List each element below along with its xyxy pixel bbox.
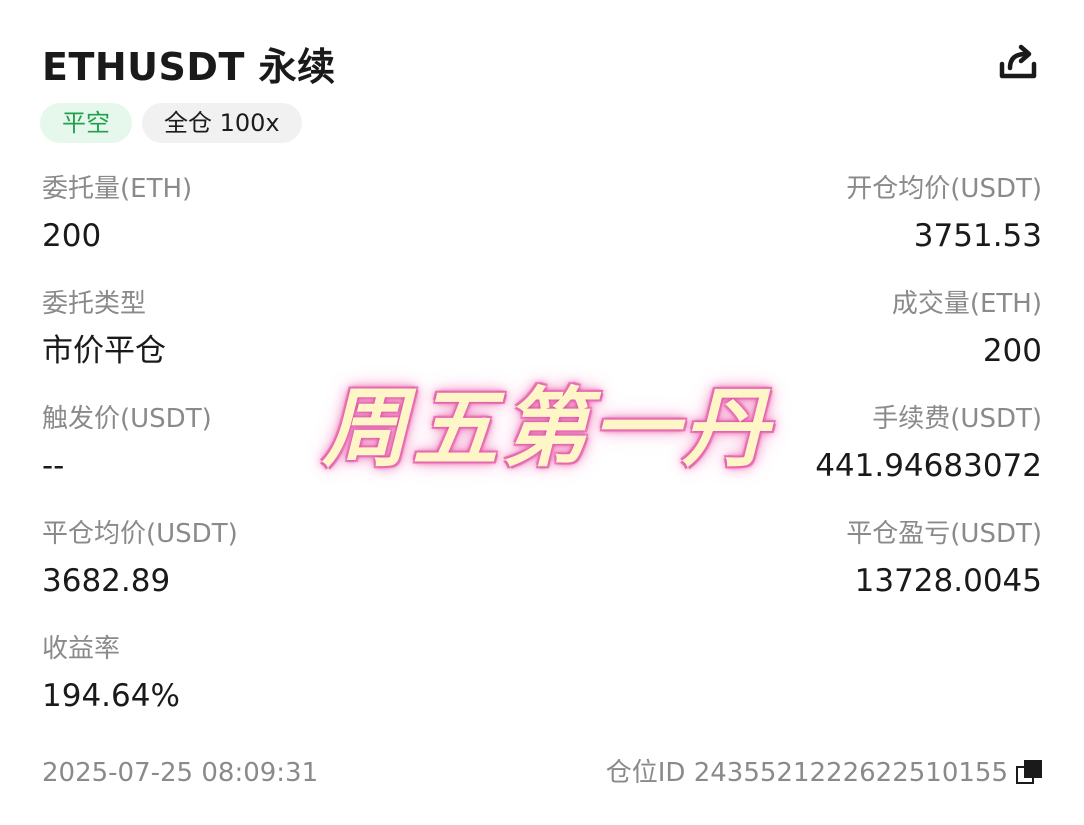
copy-icon[interactable]: [1016, 760, 1042, 786]
trigger-price-value: --: [42, 448, 65, 484]
fee-value: 441.94683072: [815, 448, 1042, 484]
fee-label: 手续费(USDT): [872, 404, 1042, 434]
watermark-text: 周五第一丹: [322, 379, 772, 479]
order-type-field: 委托类型 市价平仓: [42, 287, 166, 371]
order-qty-field: 委托量(ETH) 200: [42, 172, 192, 256]
trigger-price-field: 触发价(USDT) --: [42, 402, 212, 486]
close-avg-price-label: 平仓均价(USDT): [42, 519, 238, 549]
filled-qty-label: 成交量(ETH): [891, 289, 1042, 319]
close-avg-price-value: 3682.89: [42, 563, 171, 599]
roi-value: 194.64%: [42, 678, 180, 714]
fee-field: 手续费(USDT) 441.94683072: [815, 402, 1042, 486]
order-badges: 平空 全仓 100x: [40, 103, 302, 143]
close-pnl-value: 13728.0045: [854, 563, 1042, 599]
direction-badge: 平空: [40, 103, 132, 143]
close-pnl-field: 平仓盈亏(USDT) 13728.0045: [846, 517, 1042, 601]
open-avg-price-field: 开仓均价(USDT) 3751.53: [846, 172, 1042, 256]
open-avg-price-value: 3751.53: [913, 218, 1042, 254]
filled-qty-field: 成交量(ETH) 200: [892, 287, 1042, 371]
roi-label: 收益率: [42, 634, 121, 664]
order-type-value: 市价平仓: [42, 333, 166, 369]
share-icon[interactable]: [996, 40, 1040, 84]
open-avg-price-label: 开仓均价(USDT): [846, 174, 1042, 204]
trigger-price-label: 触发价(USDT): [42, 404, 212, 434]
order-timestamp: 2025-07-25 08:09:31: [42, 758, 319, 788]
page-title: ETHUSDT 永续: [42, 45, 336, 89]
close-avg-price-field: 平仓均价(USDT) 3682.89: [42, 517, 238, 601]
order-qty-label: 委托量(ETH): [42, 174, 193, 204]
order-type-label: 委托类型: [42, 289, 147, 319]
position-id: 仓位ID 2435521222622510155: [605, 758, 1008, 788]
roi-field: 收益率 194.64%: [42, 632, 180, 716]
close-pnl-label: 平仓盈亏(USDT): [846, 519, 1042, 549]
margin-mode-badge: 全仓 100x: [142, 103, 302, 143]
position-id-row: 仓位ID 2435521222622510155: [606, 756, 1042, 790]
filled-qty-value: 200: [982, 333, 1042, 369]
order-qty-value: 200: [42, 218, 102, 254]
